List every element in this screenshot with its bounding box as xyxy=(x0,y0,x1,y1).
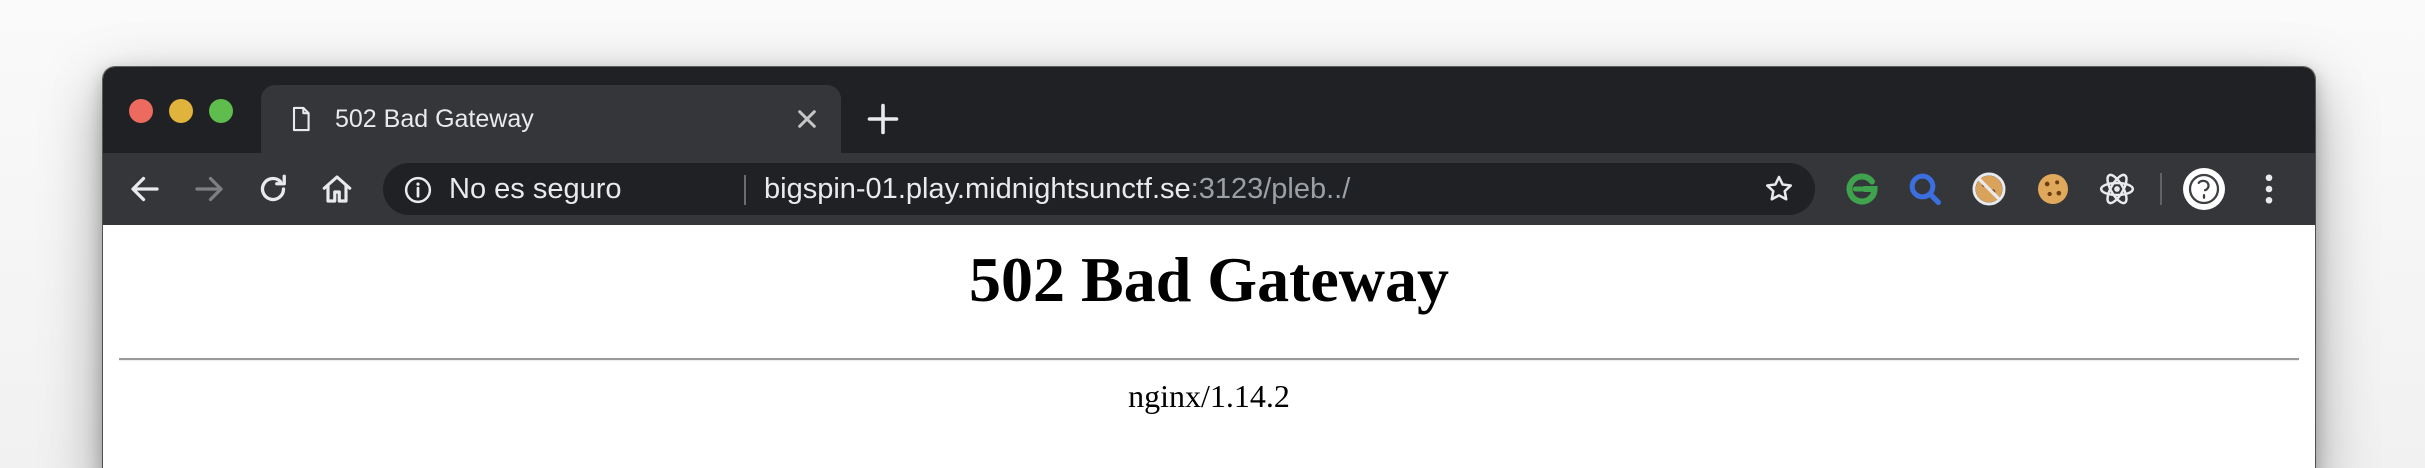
grammarly-g-icon[interactable] xyxy=(1842,169,1882,209)
desktop-background: 502 Bad Gateway No es seguro bigspin-01.… xyxy=(0,0,2425,468)
url-path: :3123/pleb../ xyxy=(1190,173,1351,205)
omnibox-divider xyxy=(744,175,746,205)
magnifier-icon[interactable] xyxy=(1905,169,1945,209)
arrow-left-icon[interactable] xyxy=(127,171,163,207)
avatar-glyph-icon xyxy=(2188,173,2220,205)
address-bar[interactable]: No es seguro bigspin-01.play.midnightsun… xyxy=(383,163,1815,215)
title-bar: 502 Bad Gateway xyxy=(103,67,2315,153)
browser-tab[interactable]: 502 Bad Gateway xyxy=(261,85,841,153)
horizontal-rule xyxy=(119,358,2299,361)
navigation-toolbar: No es seguro bigspin-01.play.midnightsun… xyxy=(103,153,2315,225)
page-title: 502 Bad Gateway xyxy=(969,244,1449,315)
reload-icon[interactable] xyxy=(255,171,291,207)
close-icon[interactable] xyxy=(791,103,823,135)
toolbar-separator xyxy=(2160,173,2162,205)
server-signature: nginx/1.14.2 xyxy=(1128,378,1290,414)
security-label[interactable]: No es seguro xyxy=(449,172,622,206)
page-content: 502 Bad Gateway nginx/1.14.2 xyxy=(103,225,2315,468)
close-window-button[interactable] xyxy=(129,99,153,123)
avatar-icon[interactable] xyxy=(2183,168,2225,210)
minimize-window-button[interactable] xyxy=(169,99,193,123)
browser-window: 502 Bad Gateway No es seguro bigspin-01.… xyxy=(103,67,2315,468)
vertical-dots-icon[interactable] xyxy=(2259,171,2279,207)
tab-title: 502 Bad Gateway xyxy=(335,105,534,133)
document-icon xyxy=(292,106,310,132)
cookie-icon[interactable] xyxy=(2033,169,2073,209)
url-text[interactable]: bigspin-01.play.midnightsunctf.se:3123/p… xyxy=(764,172,1350,206)
arrow-right-icon[interactable] xyxy=(191,171,227,207)
url-host: bigspin-01.play.midnightsunctf.se xyxy=(764,173,1191,205)
plus-icon[interactable] xyxy=(865,101,901,137)
star-outline-icon[interactable] xyxy=(1763,173,1795,205)
maximize-window-button[interactable] xyxy=(209,99,233,123)
blocked-cookie-icon[interactable] xyxy=(1969,169,2009,209)
react-atom-icon[interactable] xyxy=(2097,169,2137,209)
home-icon[interactable] xyxy=(319,171,355,207)
info-icon[interactable] xyxy=(403,175,433,205)
